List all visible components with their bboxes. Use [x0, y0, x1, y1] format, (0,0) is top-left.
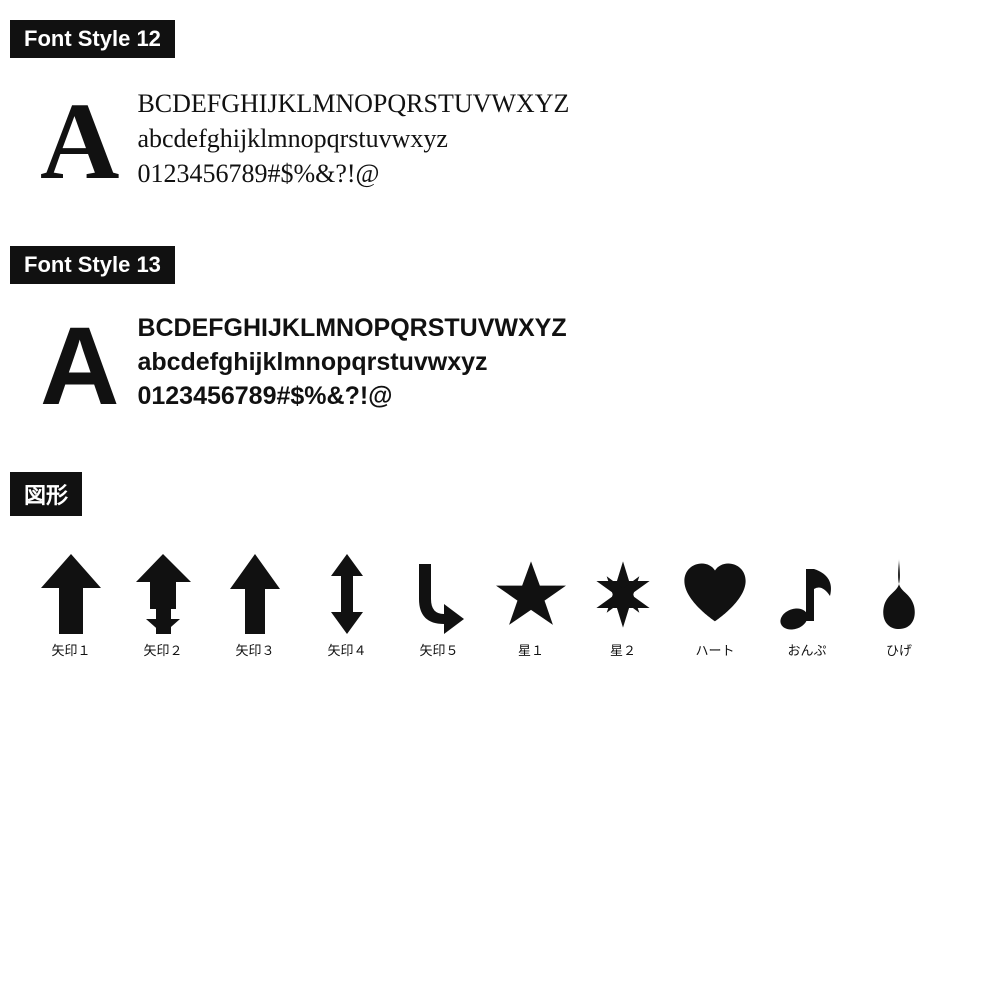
- yajirushi4-icon: [312, 554, 382, 634]
- font-style-12-line-1: BCDEFGHIJKLMNOPQRSTUVWXYZ: [137, 86, 569, 121]
- font-style-12-label: Font Style 12: [10, 20, 175, 58]
- font-style-13-demo: A BCDEFGHIJKLMNOPQRSTUVWXYZ abcdefghijkl…: [10, 302, 990, 442]
- hoshi1-svg: [496, 557, 566, 632]
- yajirushi5-svg: [409, 554, 469, 634]
- shape-hige: ひげ: [858, 554, 940, 659]
- shape-heart: ハート: [674, 554, 756, 659]
- shape-hoshi2: 星２: [582, 554, 664, 659]
- shape-yajirushi3: 矢印３: [214, 554, 296, 659]
- font-style-13-charset: BCDEFGHIJKLMNOPQRSTUVWXYZ abcdefghijklmn…: [137, 312, 566, 413]
- shape-hoshi1: 星１: [490, 554, 572, 659]
- hoshi1-label: 星１: [518, 640, 544, 659]
- yajirushi3-icon: [220, 554, 290, 634]
- yajirushi3-svg: [230, 554, 280, 634]
- heart-icon: [680, 554, 750, 634]
- hoshi2-svg: [588, 557, 658, 632]
- font-style-13-big-a: A: [40, 312, 119, 422]
- yajirushi3-label: 矢印３: [235, 640, 274, 659]
- heart-label: ハート: [695, 640, 734, 659]
- yajirushi2-label: 矢印２: [143, 640, 182, 659]
- yajirushi2-icon: [128, 554, 198, 634]
- shape-yajirushi1: 矢印１: [30, 554, 112, 659]
- hoshi2-icon: [588, 554, 658, 634]
- font-style-13-line-2: abcdefghijklmnopqrstuvwxyz: [137, 346, 566, 380]
- shapes-grid: 矢印１ 矢印２: [10, 534, 990, 669]
- font-style-12-charset: BCDEFGHIJKLMNOPQRSTUVWXYZ abcdefghijklmn…: [137, 86, 569, 191]
- yajirushi4-label: 矢印４: [327, 640, 366, 659]
- font-style-12-line-3: 0123456789#$%&?!@: [137, 156, 569, 191]
- yajirushi1-label: 矢印１: [51, 640, 90, 659]
- hoshi2-label: 星２: [610, 640, 636, 659]
- font-style-13-label: Font Style 13: [10, 246, 175, 284]
- yajirushi5-icon: [404, 554, 474, 634]
- font-style-12-demo: A BCDEFGHIJKLMNOPQRSTUVWXYZ abcdefghijkl…: [10, 76, 990, 216]
- yajirushi1-svg: [41, 554, 101, 634]
- font-style-13-line-1: BCDEFGHIJKLMNOPQRSTUVWXYZ: [137, 312, 566, 346]
- onpu-label: おんぷ: [787, 640, 826, 659]
- yajirushi2-svg: [136, 554, 191, 634]
- hige-svg: [879, 554, 919, 634]
- font-style-12-line-2: abcdefghijklmnopqrstuvwxyz: [137, 121, 569, 156]
- font-style-12-section: Font Style 12 A BCDEFGHIJKLMNOPQRSTUVWXY…: [10, 20, 990, 216]
- yajirushi5-label: 矢印５: [419, 640, 458, 659]
- yajirushi1-icon: [36, 554, 106, 634]
- font-style-13-section: Font Style 13 A BCDEFGHIJKLMNOPQRSTUVWXY…: [10, 246, 990, 442]
- page: Font Style 12 A BCDEFGHIJKLMNOPQRSTUVWXY…: [0, 0, 1000, 689]
- shapes-section: 図形 矢印１ 矢印２: [10, 472, 990, 669]
- shape-yajirushi5: 矢印５: [398, 554, 480, 659]
- yajirushi4-svg: [325, 554, 369, 634]
- hige-label: ひげ: [886, 640, 912, 659]
- shape-yajirushi4: 矢印４: [306, 554, 388, 659]
- heart-svg: [680, 557, 750, 632]
- hige-icon: [864, 554, 934, 634]
- font-style-13-line-3: 0123456789#$%&?!@: [137, 380, 566, 414]
- font-style-12-big-a: A: [40, 86, 119, 196]
- shape-yajirushi2: 矢印２: [122, 554, 204, 659]
- onpu-svg: [780, 554, 835, 634]
- hoshi1-icon: [496, 554, 566, 634]
- shape-onpu: おんぷ: [766, 554, 848, 659]
- shapes-label: 図形: [10, 472, 82, 516]
- onpu-icon: [772, 554, 842, 634]
